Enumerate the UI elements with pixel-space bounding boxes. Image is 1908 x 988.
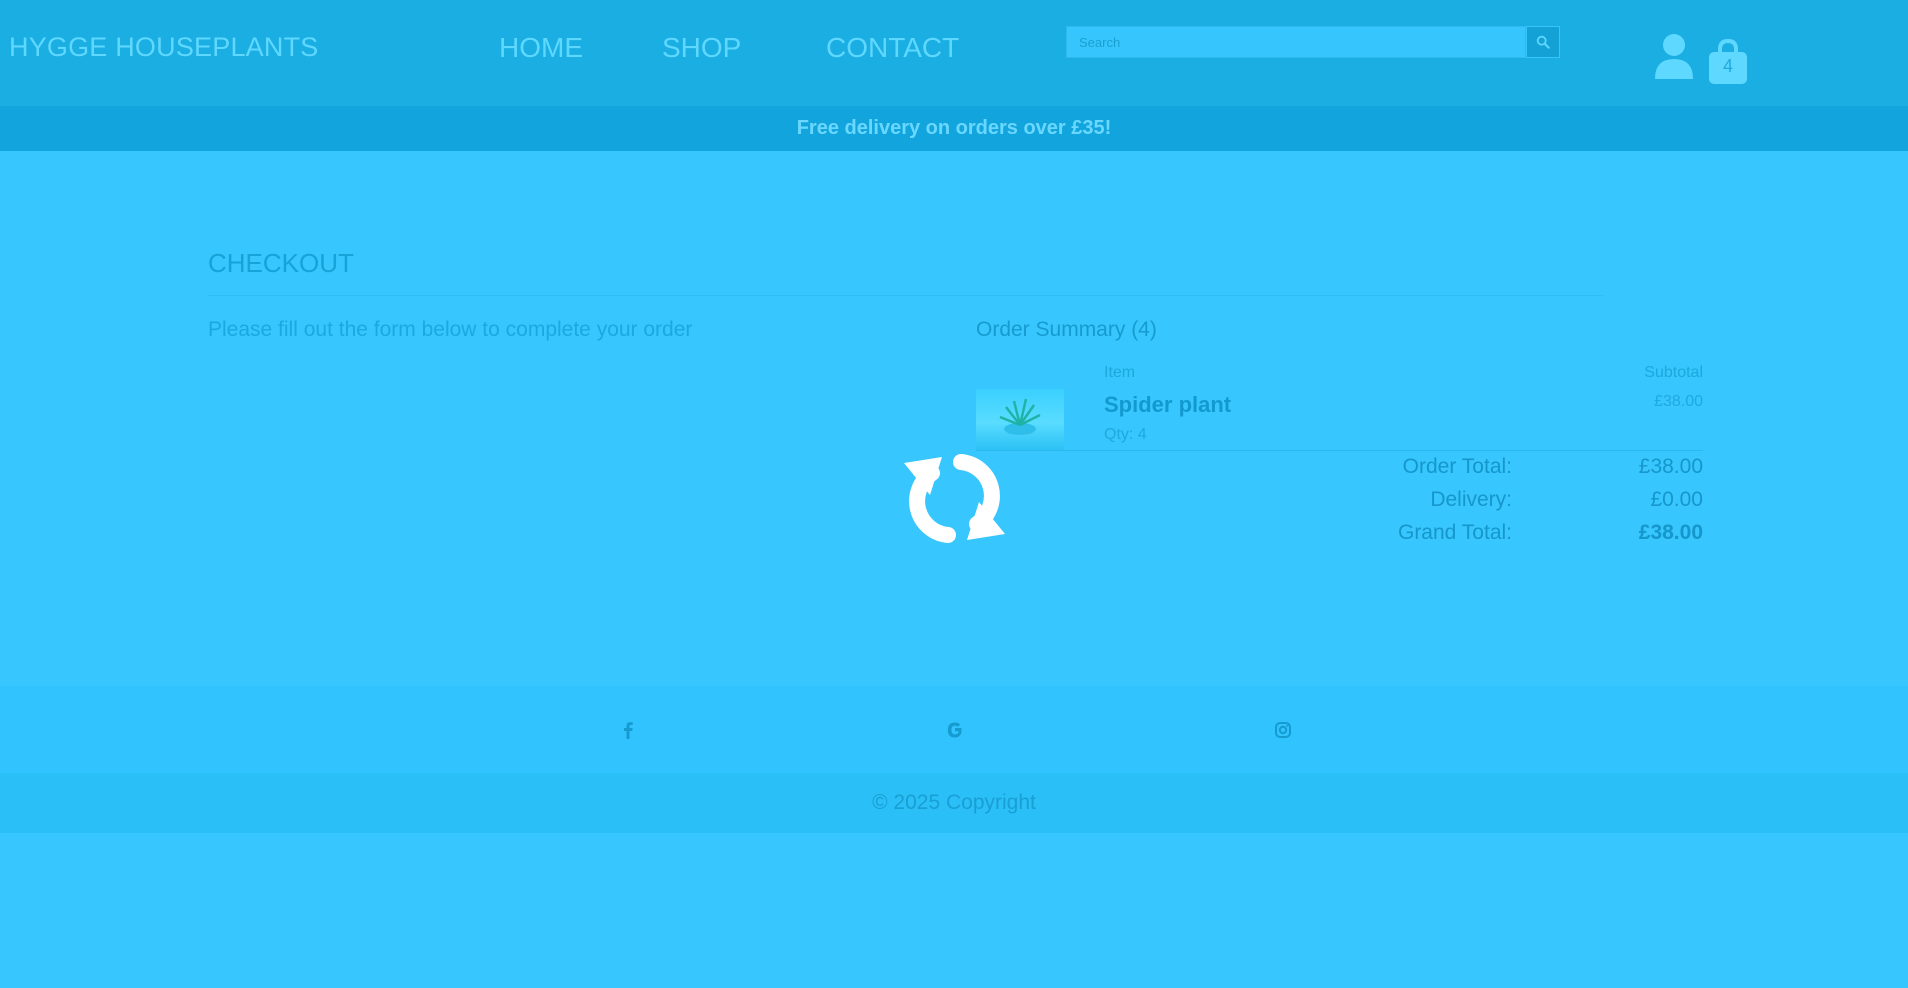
nav-shop-link[interactable]: SHOP [662,32,741,64]
search-button[interactable] [1526,26,1560,58]
item-subtotal: £38.00 [1654,393,1703,410]
checkout-intro-text: Please fill out the form below to comple… [208,318,693,341]
shopping-bag-button[interactable]: 4 [1707,38,1749,84]
subtotal-column-header: Subtotal [1644,364,1703,381]
account-icon[interactable] [1653,33,1695,80]
order-total-value: £38.00 [1638,455,1703,478]
delivery-value: £0.00 [1650,488,1703,511]
delivery-label: Delivery: [1430,488,1512,511]
title-divider [208,295,1603,296]
item-name: Spider plant [1104,392,1232,417]
delivery-banner: Free delivery on orders over £35! [0,106,1908,151]
delivery-banner-text: Free delivery on orders over £35! [796,117,1112,139]
copyright-text: © 2025 Copyright [872,791,1036,814]
site-header: HYGGE HOUSEPLANTS HOME SHOP CONTACT 4 [0,0,1908,106]
nav-contact-link[interactable]: CONTACT [826,32,959,64]
order-summary-title: Order Summary (4) [976,318,1157,341]
footer-social-bar [0,686,1908,773]
search-input[interactable] [1066,26,1526,58]
item-column-header: Item [1104,364,1136,381]
grand-total-label: Grand Total: [1397,521,1512,544]
instagram-icon[interactable] [1272,719,1294,741]
footer-copyright-bar: © 2025 Copyright [0,773,1908,833]
order-total-label: Order Total: [1402,455,1512,478]
refresh-spinner-icon [900,451,1009,546]
search-icon [1536,35,1550,49]
facebook-icon[interactable] [617,719,639,741]
summary-divider [976,450,1703,451]
search-form [1066,26,1560,58]
grand-total-value: £38.00 [1638,521,1703,544]
item-quantity: Qty: 4 [1104,426,1147,443]
page-title: CHECKOUT [208,248,354,278]
brand-logo-link[interactable]: HYGGE HOUSEPLANTS [9,32,318,63]
cart-count-badge: 4 [1722,56,1733,76]
product-thumbnail [976,389,1064,450]
nav-home-link[interactable]: HOME [499,32,583,64]
google-icon[interactable] [944,719,966,741]
